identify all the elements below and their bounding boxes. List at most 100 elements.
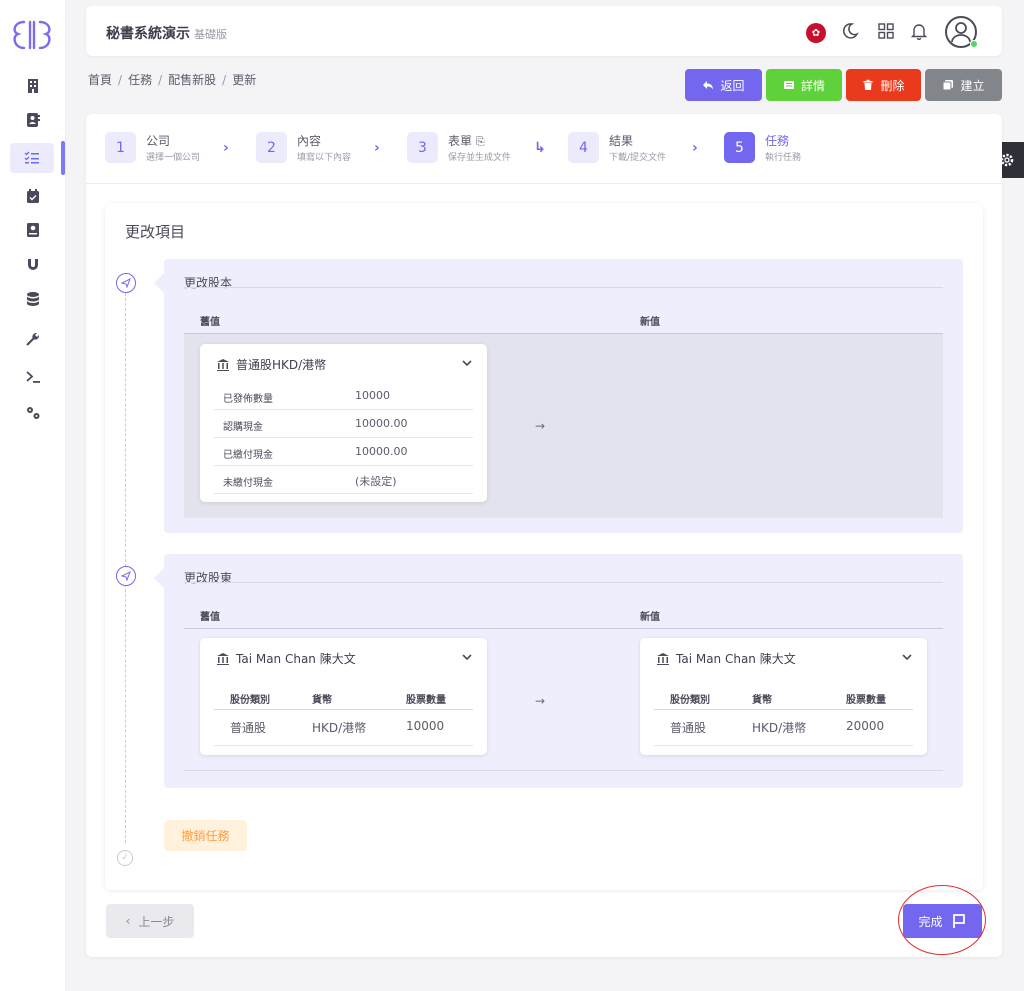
divider <box>184 582 943 583</box>
cell-share-class: 普通股 <box>230 721 267 735</box>
step-result[interactable]: 4 結果 下載/提交文件 <box>568 132 666 163</box>
copy-icon <box>942 80 954 91</box>
breadcrumb-home[interactable]: 首頁 <box>88 73 112 87</box>
chevron-down-icon[interactable] <box>461 651 473 666</box>
column-header: 貨幣 <box>312 695 332 706</box>
step-number: 4 <box>568 132 599 163</box>
gears-icon[interactable] <box>20 400 46 426</box>
share-capital-title: 更改股本 <box>184 276 233 290</box>
top-navbar: 秘書系統演示 基礎版 ✿ <box>86 6 1002 56</box>
step-number: 2 <box>256 132 287 163</box>
chevron-left-icon: ‹ <box>125 914 131 928</box>
cell-currency: HKD/港幣 <box>752 721 807 735</box>
step-title: 任務 <box>765 134 790 148</box>
app-logo[interactable] <box>8 18 56 52</box>
chevron-down-icon[interactable] <box>461 357 473 372</box>
change-items-card: 更改項目 ✓ 更改股本 舊值 新值 普通股HKD/港幣 已發佈數量 10000 認… <box>105 203 983 890</box>
send-icon <box>116 273 136 293</box>
hk-flag-icon[interactable]: ✿ <box>806 23 826 43</box>
step-title: 表單 ⎘ <box>448 132 511 149</box>
send-icon <box>116 566 136 586</box>
corner-arrow-icon: ↳ <box>534 140 546 156</box>
shareholder-title: 更改股東 <box>184 571 233 585</box>
table-row: 普通股 HKD/港幣 10000 <box>214 710 473 746</box>
step-title-text: 表單 <box>448 134 473 148</box>
chevron-right-icon: › <box>374 140 380 156</box>
chevron-down-icon[interactable] <box>901 651 913 666</box>
kv-row: 已繳付現金 10000.00 <box>214 438 473 466</box>
sidebar <box>0 0 66 991</box>
finish-button[interactable]: 完成 <box>903 904 982 938</box>
book-icon[interactable] <box>20 217 46 243</box>
bank-icon <box>217 652 229 665</box>
column-header: 股份類別 <box>230 695 270 706</box>
finish-button-label: 完成 <box>918 914 943 929</box>
shareholder-name: Tai Man Chan 陳大文 <box>676 652 796 666</box>
previous-step-button[interactable]: ‹ 上一步 <box>106 904 194 938</box>
kv-label: 認購現金 <box>223 422 263 433</box>
step-title: 公司 <box>146 134 171 148</box>
divider <box>184 770 943 771</box>
breadcrumb-tasks[interactable]: 任務 <box>128 73 152 87</box>
app-title: 秘書系統演示 基礎版 <box>106 23 227 43</box>
app-title-text: 秘書系統演示 <box>106 26 190 42</box>
detail-button[interactable]: 詳情 <box>766 69 842 101</box>
divider <box>184 628 943 629</box>
step-subtitle: 保存並生成文件 <box>448 153 512 163</box>
holding-table-header: 股份類別 貨幣 股票數量 <box>654 684 913 710</box>
create-button[interactable]: 建立 <box>925 69 1002 101</box>
step-title: 內容 <box>297 134 322 148</box>
grid-icon[interactable] <box>874 19 898 43</box>
table-row: 普通股 HKD/港幣 20000 <box>654 710 913 746</box>
flag-icon <box>952 914 965 928</box>
kv-label: 已繳付現金 <box>223 450 273 461</box>
building-icon[interactable] <box>20 73 46 99</box>
delete-button[interactable]: 刪除 <box>846 69 921 101</box>
share-class-name: 普通股HKD/港幣 <box>236 358 327 372</box>
step-subtitle: 執行任務 <box>765 153 802 163</box>
panel-header: Tai Man Chan 陳大文 <box>656 650 796 667</box>
step-form[interactable]: 3 表單 ⎘ 保存並生成文件 <box>407 132 511 163</box>
shareholder-section: 更改股東 舊值 新值 Tai Man Chan 陳大文 股份類別 貨幣 股票數量… <box>154 554 963 788</box>
kv-value: (未設定) <box>355 475 397 488</box>
step-company[interactable]: 1 公司 選擇一個公司 <box>105 132 200 163</box>
step-title: 結果 <box>609 134 634 148</box>
holding-table-header: 股份類別 貨幣 股票數量 <box>214 684 473 710</box>
old-value-heading: 舊值 <box>200 612 220 623</box>
step-content[interactable]: 2 內容 填寫以下內容 <box>256 132 351 163</box>
online-status-dot <box>970 40 978 48</box>
terminal-icon[interactable] <box>20 364 46 390</box>
step-task[interactable]: 5 任務 執行任務 <box>724 132 801 163</box>
breadcrumb-allotment[interactable]: 配售新股 <box>168 73 216 87</box>
magnet-icon[interactable] <box>20 252 46 278</box>
task-list-icon[interactable] <box>10 143 54 173</box>
arrow-right-icon: → <box>535 419 546 433</box>
bell-icon[interactable] <box>907 19 931 43</box>
cell-currency: HKD/港幣 <box>312 721 367 735</box>
cell-share-class: 普通股 <box>670 721 707 735</box>
new-shareholder-panel: Tai Man Chan 陳大文 股份類別 貨幣 股票數量 普通股 HKD/港幣… <box>640 638 927 755</box>
wizard-stepper: 1 公司 選擇一個公司 › 2 內容 填寫以下內容 › 3 表單 ⎘ 保存並生成文件 … <box>86 114 1002 184</box>
column-header: 股份類別 <box>670 695 710 706</box>
contacts-icon[interactable] <box>20 107 46 133</box>
cell-share-count: 10000 <box>406 719 445 733</box>
step-number: 1 <box>105 132 136 163</box>
kv-value: 10000.00 <box>355 417 408 430</box>
bank-icon <box>217 358 229 371</box>
old-value-heading: 舊值 <box>200 317 220 328</box>
detail-icon <box>783 81 794 89</box>
reply-icon <box>703 81 714 90</box>
divider <box>184 287 943 288</box>
revoke-task-button[interactable]: 撤銷任務 <box>164 820 247 851</box>
user-avatar[interactable] <box>945 16 978 48</box>
calendar-icon[interactable] <box>20 183 46 209</box>
step-number: 3 <box>407 132 438 163</box>
back-button[interactable]: 返回 <box>685 69 762 101</box>
chevron-right-icon: › <box>223 140 229 156</box>
cell-share-count: 20000 <box>846 719 885 733</box>
moon-icon[interactable] <box>838 19 862 43</box>
database-icon[interactable] <box>20 286 46 312</box>
kv-value: 10000 <box>355 389 390 402</box>
wrench-icon[interactable] <box>20 326 46 352</box>
column-header: 股票數量 <box>846 695 886 706</box>
